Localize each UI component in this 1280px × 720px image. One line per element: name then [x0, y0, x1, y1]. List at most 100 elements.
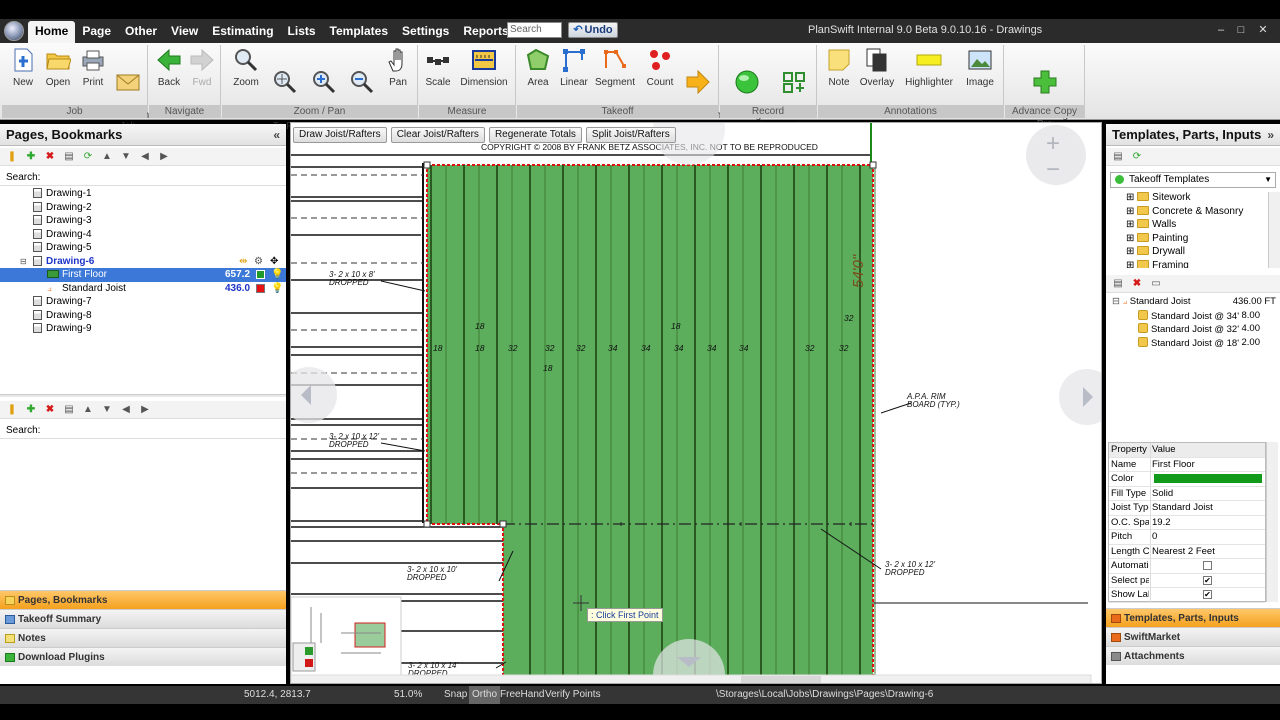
collapse-right-icon[interactable]: » [1267, 124, 1274, 146]
property-value[interactable]: 0 [1150, 530, 1265, 544]
pan-right-button[interactable] [1059, 369, 1102, 425]
note-button[interactable]: Note [822, 47, 856, 88]
email-job-button[interactable]: Email Job [112, 47, 159, 132]
close-button[interactable]: ✕ [1256, 24, 1270, 38]
bookmarks-search-field[interactable]: Search: [0, 423, 286, 439]
page-drawing-8[interactable]: Drawing-8 [0, 309, 286, 323]
property-row[interactable]: Name First Floor [1109, 457, 1265, 472]
segment-button[interactable]: Segment [595, 47, 635, 88]
page-drawing-1[interactable]: Drawing-1 [0, 187, 286, 201]
accordion-attachments[interactable]: Attachments [1106, 646, 1280, 665]
accordion-notes[interactable]: Notes [0, 628, 286, 647]
menu-page[interactable]: Page [75, 19, 118, 43]
property-value[interactable]: ✔ [1150, 573, 1265, 588]
takeoff-item-first-floor[interactable]: First Floor 657.2 💡 [0, 268, 286, 282]
property-checkbox[interactable]: ✔ [1203, 575, 1212, 585]
blueprint-drawing[interactable]: COPYRIGHT © 2008 BY FRANK BETZ ASSOCIATE… [291, 123, 1102, 684]
properties-icon[interactable]: ▤ [63, 404, 75, 416]
menu-home[interactable]: Home [28, 21, 76, 43]
open-button[interactable]: Open [42, 47, 74, 88]
delete-icon[interactable]: ✖ [44, 404, 56, 416]
move-right-icon[interactable]: ▶ [139, 404, 151, 416]
property-scrollbar[interactable] [1266, 442, 1278, 602]
page-drawing-4[interactable]: Drawing-4 [0, 228, 286, 242]
count-button[interactable]: Count [643, 47, 677, 88]
dimension-button[interactable]: Dimension [459, 47, 509, 88]
page-drawing-5[interactable]: Drawing-5 [0, 241, 286, 255]
property-value[interactable]: First Floor [1150, 457, 1265, 472]
accordion-takeoff-summary[interactable]: Takeoff Summary [0, 609, 286, 628]
new-button[interactable]: New [6, 47, 40, 88]
digitizer-record-button[interactable]: Digitizer Record [724, 47, 782, 132]
print-button[interactable]: Print [77, 47, 109, 88]
verify-points-toggle[interactable]: Verify Points [542, 686, 604, 704]
property-value[interactable] [1150, 472, 1265, 486]
back-button[interactable]: Back [153, 47, 185, 88]
scrollbar-thumb[interactable] [741, 676, 821, 684]
move-left-icon[interactable]: ◀ [120, 404, 132, 416]
part-joist-18[interactable]: Standard Joist @ 18' 2.00 [1138, 336, 1280, 351]
horizontal-scrollbar[interactable] [291, 674, 1092, 684]
zoom-button[interactable]: Zoom [226, 47, 266, 88]
folder-framing[interactable]: ⊞ Framing [1126, 259, 1189, 268]
takeoff-item-standard-joist[interactable]: ⟓ Standard Joist 436.0 💡 [0, 282, 286, 296]
draw-joist-button[interactable]: Draw Joist/Rafters [293, 127, 387, 143]
pan-button[interactable]: Pan [382, 47, 414, 88]
move-right-icon[interactable]: ▶ [158, 151, 170, 163]
property-row[interactable]: Fill Type Solid [1109, 486, 1265, 501]
property-row[interactable]: Joist TypeStandard Joist [1109, 501, 1265, 516]
minimap-viewport[interactable] [354, 622, 386, 648]
page-drawing-7[interactable]: Drawing-7 [0, 295, 286, 309]
accordion-templates-parts-inputs[interactable]: Templates, Parts, Inputs [1106, 608, 1280, 627]
property-value[interactable]: Solid [1150, 486, 1265, 501]
overlay-button[interactable]: Overlay [858, 47, 896, 88]
property-value[interactable]: Nearest 2 Feet [1150, 544, 1265, 559]
add-icon[interactable]: ✚ [25, 151, 37, 163]
collapse-toggle-icon[interactable]: ⊟ [20, 255, 27, 268]
folder-concrete-masonry[interactable]: ⊞ Concrete & Masonry [1126, 205, 1243, 217]
property-row[interactable]: Length CalcNearest 2 Feet [1109, 544, 1265, 559]
zoom-to-fit-button[interactable]: Zoom To Fit [266, 47, 314, 132]
splitter[interactable] [0, 394, 286, 397]
property-row[interactable]: Automatic [1109, 559, 1265, 574]
zoom-minus-button[interactable]: − [1046, 156, 1060, 183]
property-value[interactable]: ✔ [1150, 588, 1265, 602]
folder-sitework[interactable]: ⊞ Sitework [1126, 192, 1191, 203]
move-down-icon[interactable]: ▼ [101, 404, 113, 416]
add-icon[interactable]: ✚ [25, 404, 37, 416]
page-drawing-2[interactable]: Drawing-2 [0, 201, 286, 215]
page-drawing-6[interactable]: ⊟ Drawing-6 ⇹ ⚙ ✥ [0, 255, 286, 269]
visibility-bulb-icon[interactable]: 💡 [271, 268, 283, 281]
zoom-out-button[interactable]: Zoom Out [343, 47, 391, 132]
bookmark-icon[interactable]: ❚ [6, 151, 18, 163]
property-row[interactable]: O.C. Spacing19.2 [1109, 515, 1265, 530]
accordion-swiftmarket[interactable]: SwiftMarket [1106, 627, 1280, 646]
move-up-icon[interactable]: ▲ [82, 404, 94, 416]
list-icon[interactable]: ▭ [1150, 278, 1162, 290]
template-dropdown[interactable]: Takeoff Templates ▼ [1110, 172, 1276, 188]
accordion-download-plugins[interactable]: Download Plugins [0, 647, 286, 666]
zoom-in-button[interactable]: Zoom In [305, 47, 353, 132]
part-joist-32[interactable]: Standard Joist @ 32' 4.00 [1138, 323, 1280, 337]
menu-search-input[interactable]: Search [507, 22, 562, 38]
property-value[interactable] [1150, 559, 1265, 573]
menu-view[interactable]: View [164, 19, 205, 43]
delete-icon[interactable]: ✖ [44, 151, 56, 163]
page-drawing-9[interactable]: Drawing-9 [0, 322, 286, 336]
forward-button[interactable]: Fwd [187, 47, 217, 88]
property-row[interactable]: Pitch 0 [1109, 530, 1265, 545]
folder-painting[interactable]: ⊞ Painting [1126, 232, 1188, 244]
delete-icon[interactable]: ✖ [1131, 278, 1143, 290]
properties-icon[interactable]: ▤ [63, 151, 75, 163]
pan-left-button[interactable] [291, 367, 337, 423]
property-row[interactable]: Show Labels ✔ [1109, 588, 1265, 603]
drawing-canvas[interactable]: COPYRIGHT © 2008 BY FRANK BETZ ASSOCIATE… [290, 122, 1102, 684]
ortho-toggle[interactable]: Ortho [469, 686, 501, 704]
move-down-icon[interactable]: ▼ [120, 151, 132, 163]
accordion-pages-bookmarks[interactable]: Pages, Bookmarks [0, 590, 286, 609]
collapse-left-icon[interactable]: « [273, 124, 280, 146]
freehand-toggle[interactable]: FreeHand [497, 686, 547, 704]
bookmark-icon[interactable]: ❚ [6, 404, 18, 416]
image-button[interactable]: Image [962, 47, 998, 88]
regenerate-totals-button[interactable]: Regenerate Totals [488, 127, 582, 143]
